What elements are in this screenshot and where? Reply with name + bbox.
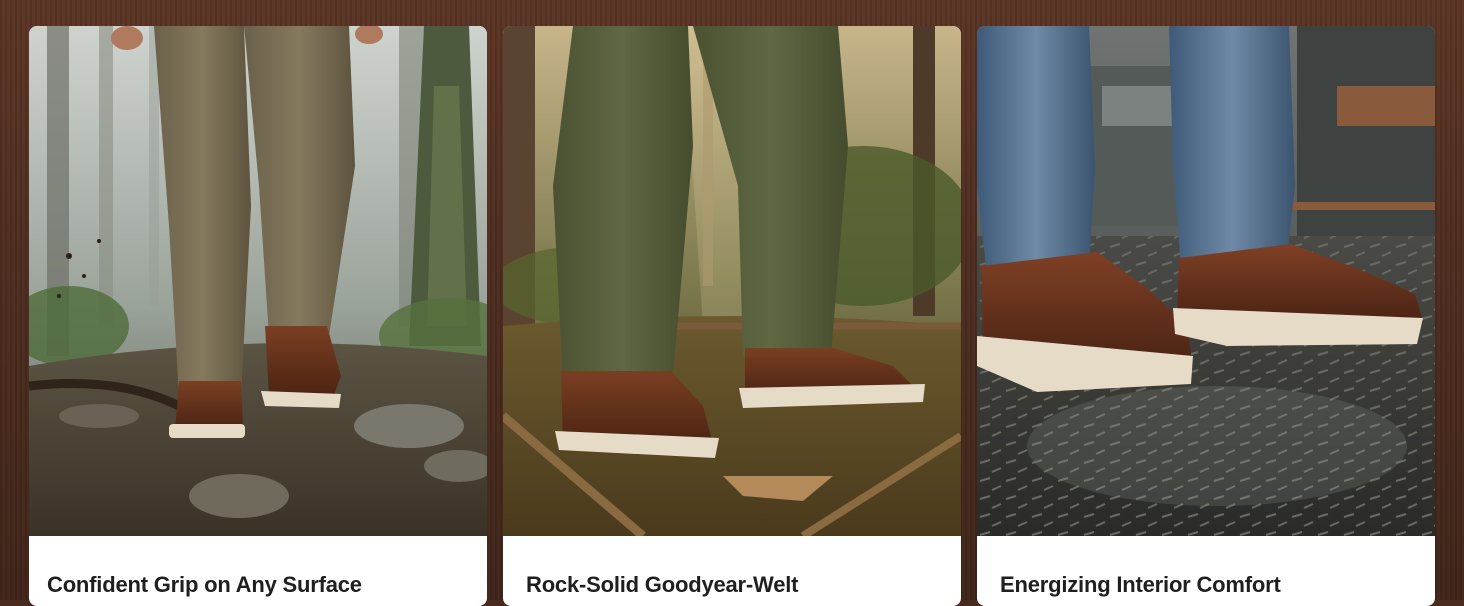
feature-card-grip: Confident Grip on Any Surface <box>29 26 487 606</box>
photo-forest-trail <box>29 26 487 536</box>
photo-forest-floor <box>503 26 961 536</box>
photo-workshop-floor <box>977 26 1435 536</box>
feature-banner: Confident Grip on Any Surface Rock-Solid… <box>0 0 1464 606</box>
feature-title-grip: Confident Grip on Any Surface <box>47 572 362 597</box>
feature-title-welt: Rock-Solid Goodyear-Welt <box>526 572 799 597</box>
feature-title-comfort: Energizing Interior Comfort <box>1000 572 1281 597</box>
feature-card-comfort: Energizing Interior Comfort <box>977 26 1435 606</box>
feature-card-welt: Rock-Solid Goodyear-Welt <box>503 26 961 606</box>
